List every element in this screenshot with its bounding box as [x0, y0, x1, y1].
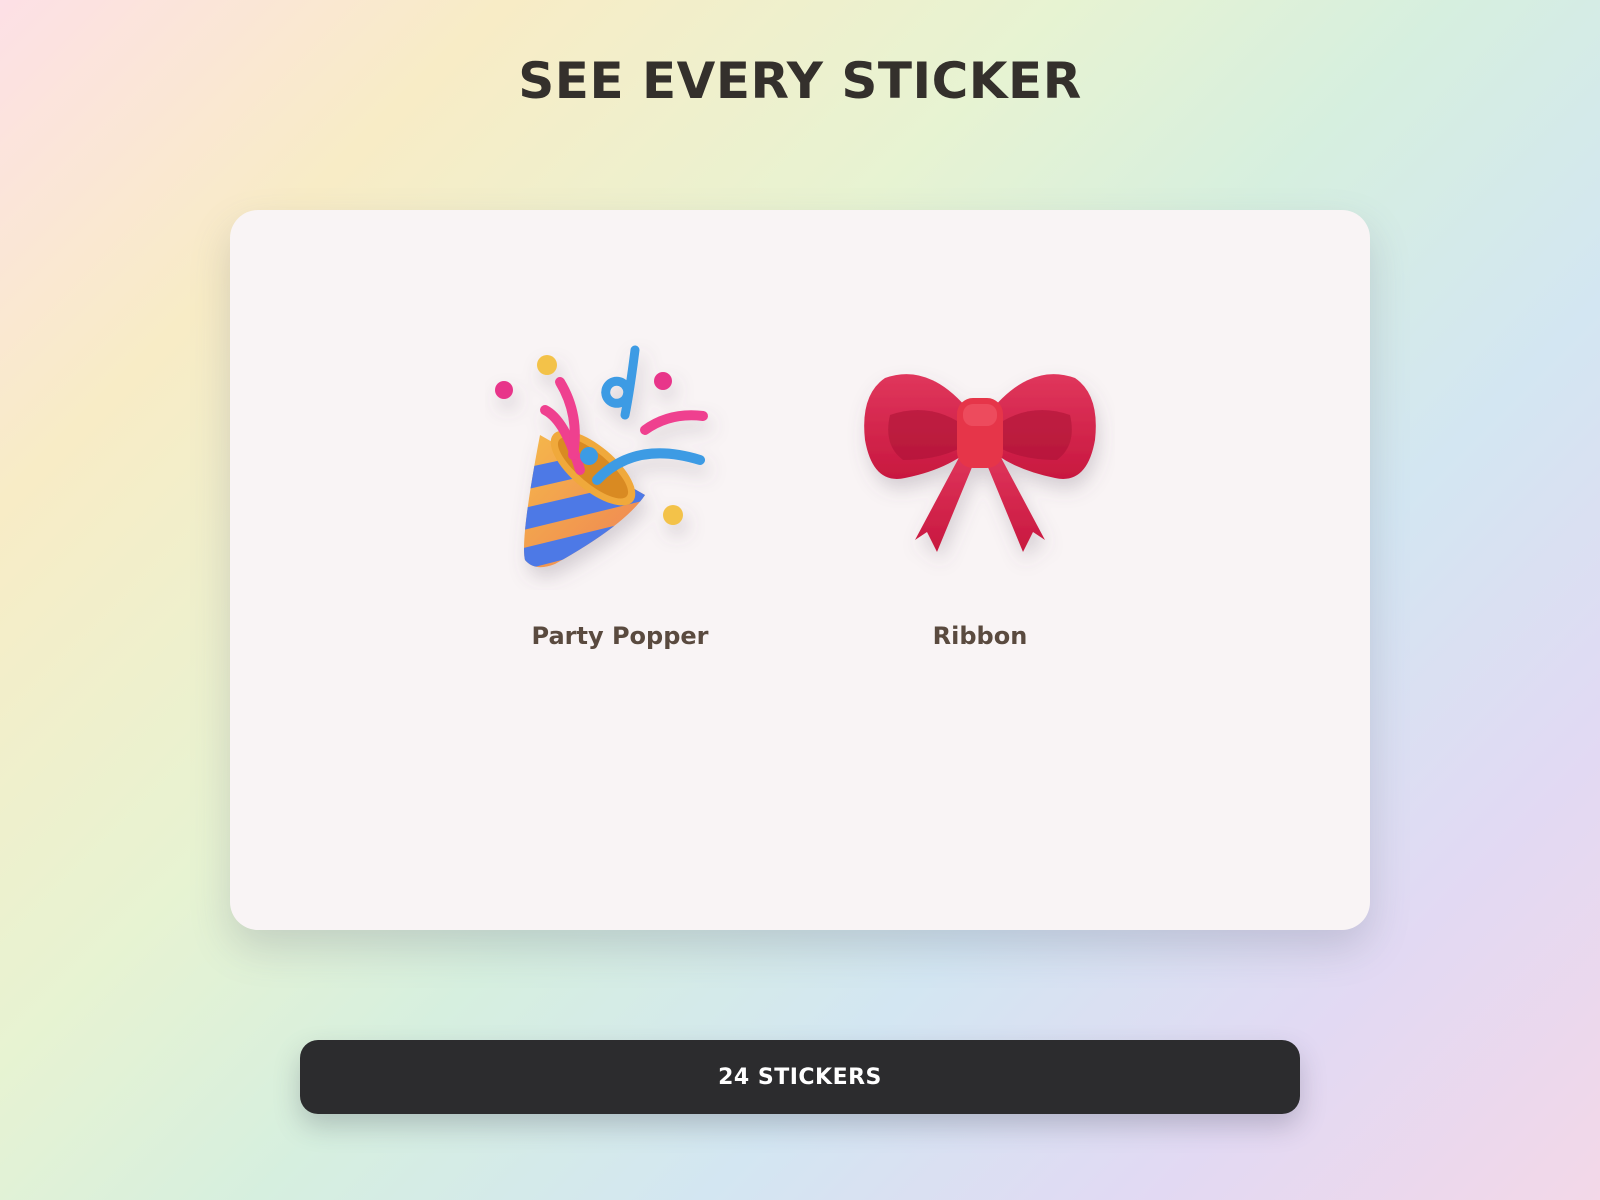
sticker-count-label: 24 STICKERS	[718, 1064, 882, 1090]
sticker-item-party-popper[interactable]: Party Popper	[485, 320, 755, 650]
sticker-grid-panel: Party Popper Ribbon	[230, 210, 1370, 930]
ribbon-bow-icon	[864, 374, 1096, 552]
sticker-label: Ribbon	[932, 622, 1028, 650]
sticker-count-button[interactable]: 24 STICKERS	[300, 1040, 1300, 1114]
sticker-label: Party Popper	[531, 622, 709, 650]
page-title: SEE EVERY STICKER	[518, 52, 1082, 110]
sticker-item-ribbon[interactable]: Ribbon	[845, 320, 1115, 650]
party-popper-icon	[495, 345, 708, 568]
